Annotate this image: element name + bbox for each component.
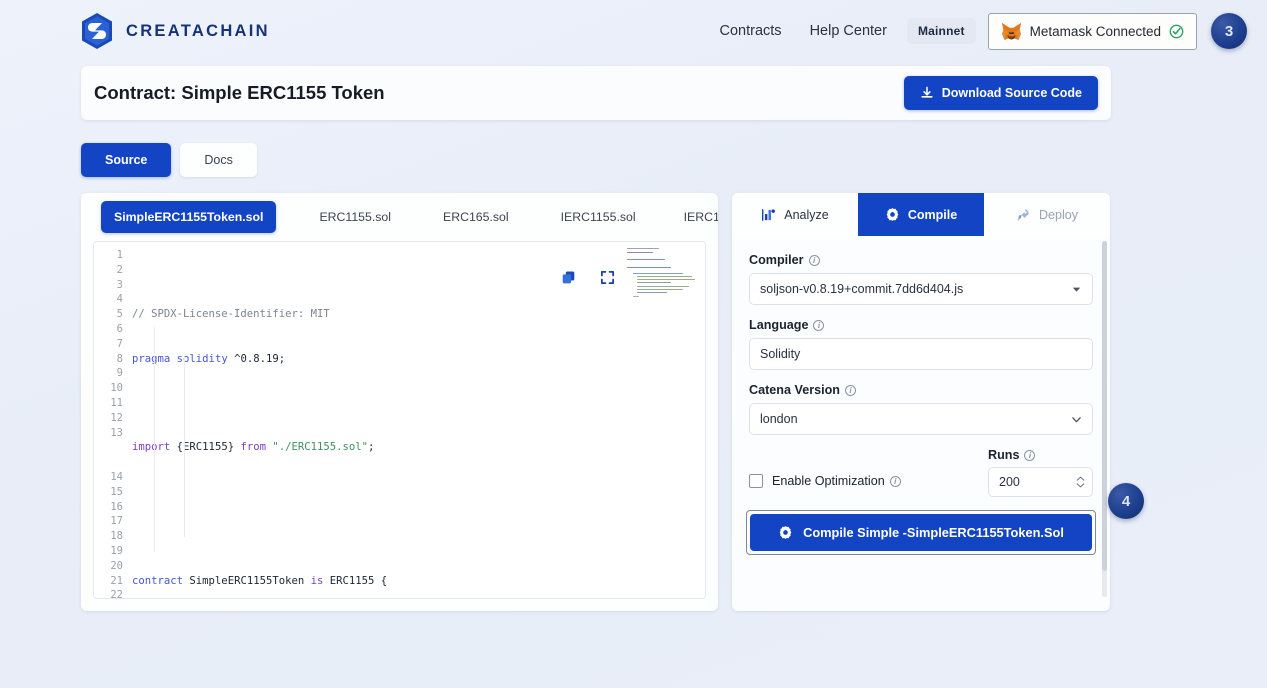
compiler-select[interactable]: soljson-v0.8.19+commit.7dd6d404.js: [749, 273, 1093, 305]
tab-analyze[interactable]: Analyze: [732, 193, 858, 236]
analyze-chart-icon: [762, 209, 776, 221]
file-tab-erc1155[interactable]: ERC1155.sol: [306, 201, 404, 233]
compiler-label-text: Compiler: [749, 253, 804, 267]
runs-spinner[interactable]: [1076, 476, 1085, 488]
enable-optimization-label: Enable Optimization i: [772, 474, 901, 488]
info-icon[interactable]: i: [1024, 449, 1036, 461]
code-content[interactable]: // SPDX-License-Identifier: MIT pragma s…: [132, 242, 705, 598]
brand[interactable]: CREATACHAIN: [80, 12, 270, 50]
metamask-label: Metamask Connected: [1029, 23, 1161, 39]
file-tab-simpleerc1155token[interactable]: SimpleERC1155Token.sol: [101, 201, 277, 233]
info-icon[interactable]: i: [808, 254, 820, 266]
app-header: CREATACHAIN Contracts Help Center Mainne…: [0, 0, 1267, 62]
compile-form: Compiler i soljson-v0.8.19+commit.7dd6d4…: [732, 236, 1110, 497]
gear-icon: [886, 208, 899, 221]
enable-optimization-label-text: Enable Optimization: [772, 474, 885, 488]
tab-deploy[interactable]: Deploy: [984, 193, 1110, 236]
gear-icon: [779, 526, 792, 539]
tab-source[interactable]: Source: [81, 143, 172, 177]
file-tab-ierc1155[interactable]: IERC1155.sol: [548, 201, 649, 233]
catena-version-value: london: [760, 412, 798, 426]
panel-scrollbar-track[interactable]: [1102, 241, 1107, 597]
contract-title-card: Contract: Simple ERC1155 Token Download …: [81, 66, 1111, 120]
language-value: Solidity: [760, 347, 801, 361]
catena-version-label-text: Catena Version: [749, 383, 840, 397]
source-editor-card: SimpleERC1155Token.sol ERC1155.sol ERC16…: [81, 193, 718, 611]
file-tab-ierc165[interactable]: IERC165.sol: [671, 201, 718, 233]
creatachain-hex-logo-icon: [82, 13, 112, 49]
enable-optimization-checkbox[interactable]: [749, 474, 763, 488]
metamask-connected-badge[interactable]: Metamask Connected: [987, 12, 1197, 50]
compile-panel: Analyze Compile Deploy Compiler i soljso…: [732, 193, 1110, 611]
tab-compile[interactable]: Compile: [858, 193, 984, 236]
header-nav: Contracts Help Center Mainnet Metamask C…: [706, 12, 1247, 50]
compile-button-label: Compile Simple -SimpleERC1155Token.Sol: [803, 525, 1064, 540]
runs-value: 200: [999, 475, 1020, 489]
compiler-label: Compiler i: [749, 253, 1093, 267]
catena-version-label: Catena Version i: [749, 383, 1093, 397]
runs-label-text: Runs: [988, 448, 1020, 462]
download-icon: [921, 86, 933, 98]
download-button-label: Download Source Code: [941, 86, 1082, 100]
tab-analyze-label: Analyze: [784, 207, 829, 222]
chevron-down-icon: [1072, 287, 1081, 292]
code-editor[interactable]: 123456 7 8 9 10 11 12 13 14 15 16 17 18 19 20 21 22 …: [93, 241, 706, 599]
step-badge-4: 4: [1108, 483, 1144, 519]
mode-tab-bar: Analyze Compile Deploy: [732, 193, 1110, 236]
nav-link-help-center[interactable]: Help Center: [796, 23, 901, 39]
nav-link-contracts[interactable]: Contracts: [706, 23, 796, 39]
compile-button[interactable]: Compile Simple -SimpleERC1155Token.Sol: [750, 514, 1092, 551]
rocket-icon: [1017, 209, 1029, 221]
tab-docs[interactable]: Docs: [180, 143, 257, 177]
line-number-gutter: 123456 7 8 9 10 11 12 13 14 15 16 17 18 19 20 21 22: [110, 249, 123, 599]
info-icon[interactable]: i: [813, 319, 825, 331]
compile-button-wrapper: Compile Simple -SimpleERC1155Token.Sol: [746, 510, 1096, 555]
panel-scrollbar-thumb[interactable]: [1102, 241, 1107, 571]
network-chip[interactable]: Mainnet: [906, 18, 976, 44]
language-label-text: Language: [749, 318, 809, 332]
optimization-row: Enable Optimization i Runs i 200: [749, 448, 1093, 497]
step-badge-3: 3: [1211, 13, 1247, 49]
compiler-value: soljson-v0.8.19+commit.7dd6d404.js: [760, 282, 964, 296]
tab-deploy-label: Deploy: [1039, 207, 1078, 222]
file-tab-bar: SimpleERC1155Token.sol ERC1155.sol ERC16…: [81, 193, 718, 241]
chevron-down-icon: [1072, 416, 1081, 422]
info-icon[interactable]: i: [889, 475, 901, 487]
runs-group: Runs i 200: [988, 448, 1093, 497]
language-field[interactable]: Solidity: [749, 338, 1093, 370]
runs-label: Runs i: [988, 448, 1093, 462]
chevron-up-icon[interactable]: [1076, 476, 1085, 481]
runs-stepper[interactable]: 200: [988, 467, 1093, 497]
indent-guide: [154, 327, 155, 552]
metamask-fox-icon: [1001, 22, 1021, 40]
download-source-code-button[interactable]: Download Source Code: [903, 76, 1098, 110]
language-label: Language i: [749, 318, 1093, 332]
catena-version-select[interactable]: london: [749, 403, 1093, 435]
indent-guide: [184, 357, 185, 537]
chevron-down-icon[interactable]: [1076, 483, 1085, 488]
check-circle-icon: [1169, 24, 1184, 38]
info-icon[interactable]: i: [845, 384, 856, 396]
tab-compile-label: Compile: [907, 207, 958, 222]
brand-name: CREATACHAIN: [126, 21, 270, 40]
file-tab-erc165[interactable]: ERC165.sol: [430, 201, 522, 233]
page-title: Contract: Simple ERC1155 Token: [94, 82, 385, 103]
view-tabs: Source Docs: [81, 143, 257, 177]
